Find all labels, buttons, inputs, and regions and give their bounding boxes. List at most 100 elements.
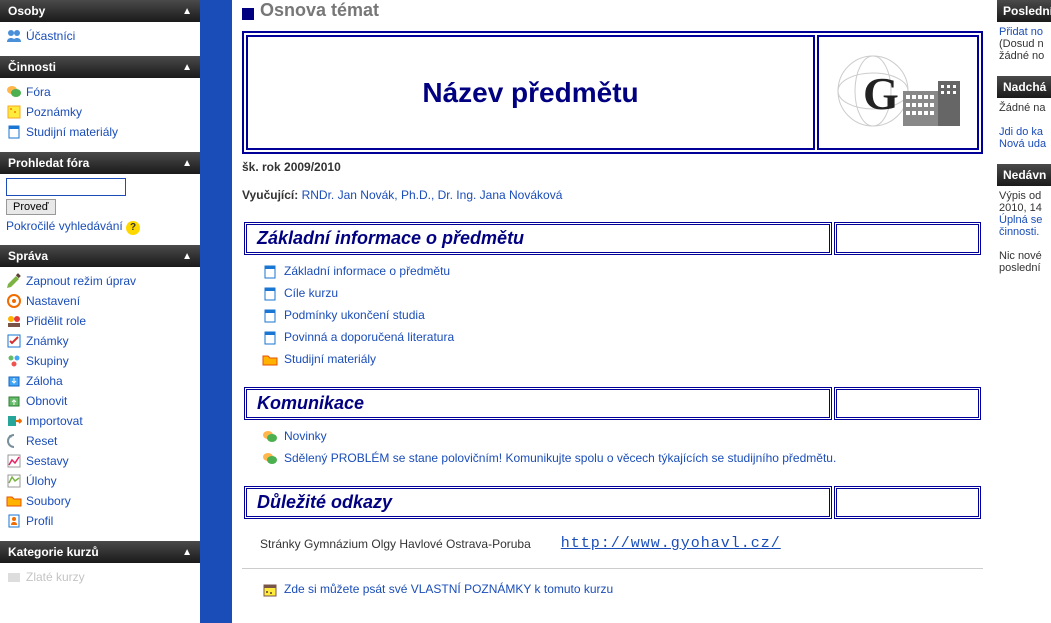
link-label[interactable]: Známky [26,334,69,348]
collapse-icon[interactable]: ▲ [182,547,192,558]
activity-item[interactable]: Novinky [262,426,973,448]
sidebar-item-poznamky[interactable]: Poznámky [6,102,194,122]
profile-icon [6,513,22,529]
forum-icon [262,429,278,445]
link[interactable]: Úplná se činnosti. [999,214,1042,238]
section-title: Komunikace [244,387,832,420]
link-label[interactable]: Soubory [26,494,71,508]
course-header: Název předmětu G [242,31,983,154]
teachers-line: Vyučující: RNDr. Jan Novák, Ph.D., Dr. I… [242,188,983,202]
activity-label[interactable]: Studijní materiály [284,352,376,366]
block-header: Prohledat fóra ▲ [0,152,200,174]
activity-label[interactable]: Novinky [284,429,327,443]
sidebar-item-materialy[interactable]: Studijní materiály [6,122,194,142]
link-label[interactable]: Poznámky [26,105,82,119]
link-label[interactable]: Záloha [26,374,63,388]
activity-item[interactable]: Cíle kurzu [262,283,973,305]
activity-label[interactable]: Základní informace o předmětu [284,264,450,278]
advanced-search-link[interactable]: Pokročilé vyhledávání [6,219,123,233]
collapse-icon[interactable]: ▲ [182,62,192,73]
sidebar-item-ucastnici[interactable]: Účastníci [6,26,194,46]
activity-label[interactable]: Zde si můžete psát své VLASTNÍ POZNÁMKY … [284,582,613,596]
sidebar-item-import[interactable]: Importovat [6,411,194,431]
activity-list: Novinky Sdělený PROBLÉM se stane polovič… [242,422,983,478]
sidebar-item-restore[interactable]: Obnovit [6,391,194,411]
sidebar-item-settings[interactable]: Nastavení [6,291,194,311]
block-title: Správa [8,249,48,263]
block-header: Osoby ▲ [0,0,200,22]
activity-list: Zde si můžete psát své VLASTNÍ POZNÁMKY … [242,575,983,609]
link[interactable]: Přidat no [999,26,1043,38]
gear-icon [6,293,22,309]
block-osoby: Osoby ▲ Účastníci [0,0,200,50]
activity-item[interactable]: Podmínky ukončení studia [262,305,973,327]
link[interactable]: Jdi do ka [999,126,1043,138]
activity-item[interactable]: Sdělený PROBLÉM se stane polovičním! Kom… [262,448,973,470]
activity-label[interactable]: Povinná a doporučená literatura [284,330,454,344]
sidebar-item-fora[interactable]: Fóra [6,82,194,102]
link-label[interactable]: Obnovit [26,394,67,408]
help-icon[interactable]: ? [126,221,140,235]
link-label[interactable]: Importovat [26,414,83,428]
resource-icon [262,286,278,302]
collapse-icon[interactable]: ▲ [182,158,192,169]
link-label[interactable]: Úlohy [26,474,57,488]
sidebar-item-backup[interactable]: Záloha [6,371,194,391]
link-label[interactable]: Skupiny [26,354,69,368]
sidebar-item-grades[interactable]: Známky [6,331,194,351]
sidebar-item-editmode[interactable]: Zapnout režim úprav [6,271,194,291]
link-label[interactable]: Zapnout režim úprav [26,274,136,288]
block-nadcha: Nadchá Žádné na Jdi do ka Nová uda [997,76,1051,154]
sidebar-item-roles[interactable]: Přidělit role [6,311,194,331]
link-label[interactable]: Účastníci [26,29,75,43]
link-label[interactable]: Nastavení [26,294,80,308]
external-url[interactable]: http://www.gyohavl.cz/ [561,535,781,552]
sidebar-item-reset[interactable]: Reset [6,431,194,451]
section-header-komunikace: Komunikace [242,385,983,422]
block-title: Činnosti [8,60,56,74]
activity-item[interactable]: Povinná a doporučená literatura [262,327,973,349]
search-button[interactable]: Proveď [6,199,56,215]
activity-label[interactable]: Sdělený PROBLÉM se stane polovičním! Kom… [284,451,836,465]
sidebar-item-reports[interactable]: Sestavy [6,451,194,471]
link-label[interactable]: Profil [26,514,53,528]
sidebar-item-zlate[interactable]: Zlaté kurzy [6,567,194,587]
activity-label[interactable]: Cíle kurzu [284,286,338,300]
block-title: Kategorie kurzů [8,545,99,559]
block-title: Prohledat fóra [8,156,89,170]
outline-icon [242,8,254,20]
page-title: Osnova témat [260,0,379,27]
block-header: Kategorie kurzů ▲ [0,541,200,563]
link-label[interactable]: Sestavy [26,454,69,468]
link-label[interactable]: Přidělit role [26,314,86,328]
forum-icon [262,451,278,467]
import-icon [6,413,22,429]
forum-icon [6,84,22,100]
restore-icon [6,393,22,409]
notes-icon [262,582,278,598]
activity-item[interactable]: Základní informace o předmětu [262,261,973,283]
collapse-icon[interactable]: ▲ [182,6,192,17]
activity-item-notes[interactable]: Zde si můžete psát své VLASTNÍ POZNÁMKY … [262,579,973,601]
block-title: Osoby [8,4,45,18]
link-label[interactable]: Reset [26,434,57,448]
sidebar-item-files[interactable]: Soubory [6,491,194,511]
edit-icon [6,273,22,289]
link-label[interactable]: Fóra [26,85,51,99]
search-input[interactable] [6,178,126,196]
block-header: Činnosti ▲ [0,56,200,78]
collapse-icon[interactable]: ▲ [182,251,192,262]
backup-icon [6,373,22,389]
link-label[interactable]: Zlaté kurzy [26,570,85,584]
grades-icon [6,333,22,349]
activity-label[interactable]: Podmínky ukončení studia [284,308,425,322]
activity-item[interactable]: Studijní materiály [262,349,973,371]
section-header-zakladni: Základní informace o předmětu [242,220,983,257]
sidebar-item-groups[interactable]: Skupiny [6,351,194,371]
block-header: Správa ▲ [0,245,200,267]
link[interactable]: Nová uda [999,138,1046,150]
svg-text:G: G [863,68,899,119]
link-label[interactable]: Studijní materiály [26,125,118,139]
sidebar-item-profile[interactable]: Profil [6,511,194,531]
sidebar-item-tasks[interactable]: Úlohy [6,471,194,491]
